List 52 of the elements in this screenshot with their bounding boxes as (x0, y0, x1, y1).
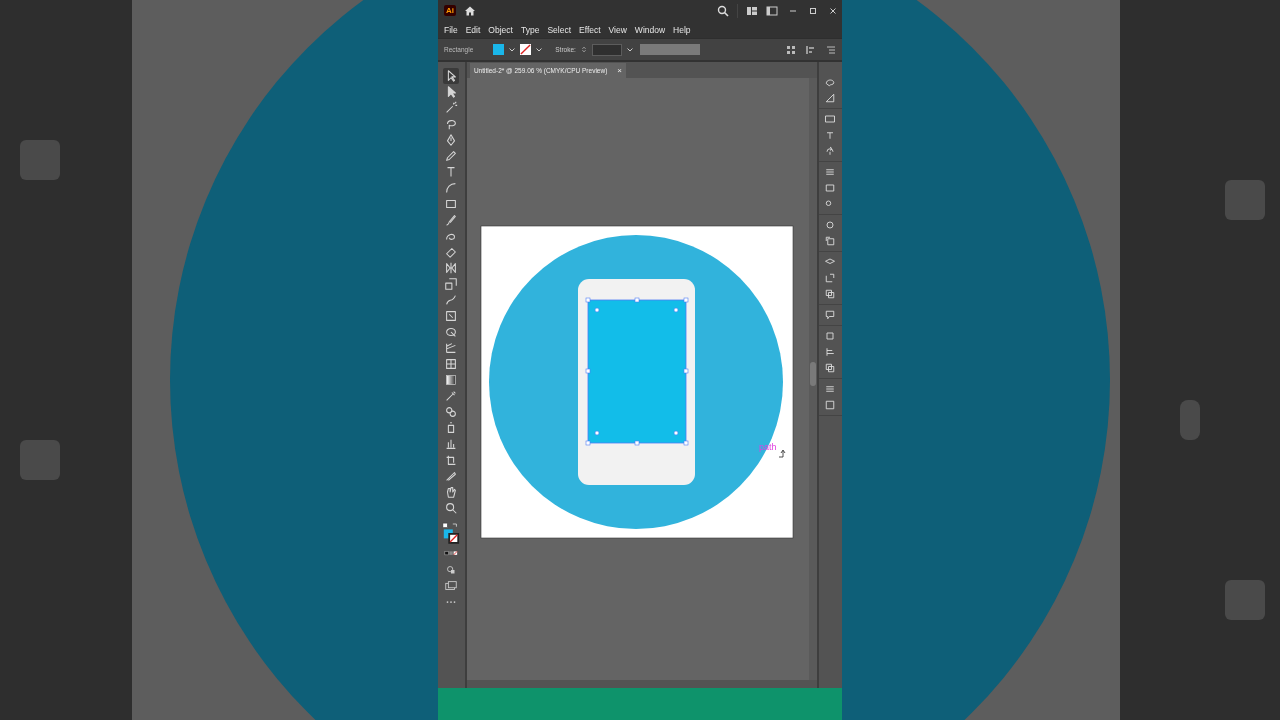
tab-close-button[interactable]: × (617, 66, 622, 75)
panel-icon[interactable] (824, 235, 837, 247)
smart-guide-label: path (758, 442, 777, 452)
menu-item[interactable]: Object (488, 24, 513, 35)
panel-icon[interactable] (824, 272, 837, 284)
close-icon[interactable] (828, 5, 838, 16)
tool-icon[interactable] (443, 68, 460, 84)
menu-icon[interactable] (826, 44, 836, 55)
panel-icon[interactable] (824, 383, 837, 395)
fill-stroke-swatches[interactable] (442, 522, 461, 544)
panel-icon[interactable] (824, 288, 837, 300)
menu-item[interactable]: Window (634, 24, 666, 35)
panel-icon[interactable] (824, 399, 837, 411)
caret-icon[interactable] (508, 45, 517, 54)
maximize-icon[interactable] (808, 5, 818, 16)
panel-icon[interactable] (824, 92, 837, 104)
stroke-swatch[interactable] (520, 44, 532, 55)
align-icon[interactable] (806, 44, 816, 55)
cursor-icon (778, 449, 786, 458)
menu-item[interactable]: View (608, 24, 627, 35)
tool-icon[interactable] (443, 276, 460, 292)
home-icon[interactable] (464, 4, 476, 17)
menu-item[interactable]: Effect (579, 24, 601, 35)
menu-item[interactable]: File (444, 24, 458, 35)
panel-layout-icon[interactable] (766, 4, 778, 17)
panel-icon[interactable] (824, 113, 837, 125)
panel-icon[interactable] (824, 330, 837, 342)
panel-icon[interactable] (824, 309, 837, 321)
panel-icon[interactable] (824, 362, 837, 374)
panel-icon[interactable] (824, 166, 837, 178)
selected-rectangle[interactable] (585, 297, 689, 446)
panel-icon[interactable] (824, 145, 837, 157)
menu-item[interactable]: Help (673, 24, 691, 35)
menu-item[interactable]: Type (520, 24, 540, 35)
scrollbar[interactable] (808, 78, 817, 680)
stroke-weight-field[interactable] (591, 43, 622, 56)
menu-item[interactable]: Edit (465, 24, 481, 35)
caret-icon[interactable] (535, 45, 544, 54)
caret-icon[interactable] (625, 45, 634, 54)
style-field[interactable] (639, 44, 700, 55)
stepper-icon[interactable] (579, 45, 588, 54)
canvas[interactable]: path (466, 78, 809, 682)
search-icon[interactable] (717, 4, 729, 17)
workspace-icon[interactable] (746, 4, 758, 17)
menu-item[interactable]: Select (547, 24, 571, 35)
panel-icon[interactable] (824, 182, 837, 194)
panel-icon[interactable] (824, 346, 837, 358)
grid-icon[interactable] (786, 44, 796, 55)
app-logo[interactable]: Ai (444, 5, 456, 16)
fill-swatch[interactable] (493, 44, 505, 55)
panel-icon[interactable] (824, 219, 837, 231)
panel-icon[interactable] (824, 76, 837, 88)
